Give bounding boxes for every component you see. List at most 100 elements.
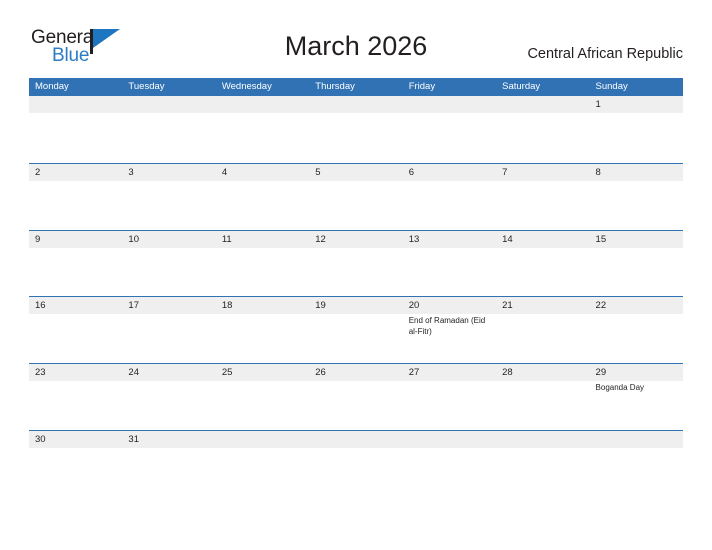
day-cell[interactable]: 23 [29, 364, 122, 430]
day-number [409, 431, 496, 448]
day-cell[interactable]: 11 [216, 231, 309, 297]
day-number: 24 [128, 367, 139, 379]
day-number: 2 [35, 166, 41, 178]
day-cell[interactable]: 8 [590, 164, 683, 230]
day-cell[interactable]: 19 [309, 297, 402, 363]
day-number: 27 [408, 367, 420, 379]
day-cell[interactable]: 26 [309, 364, 402, 430]
holiday-event-label: Boganda Day [595, 383, 645, 393]
country-label: Central African Republic [527, 46, 683, 62]
day-cell-empty [496, 431, 589, 497]
day-cell[interactable]: 4 [216, 164, 309, 230]
weekday-saturday: Saturday [502, 81, 541, 92]
calendar-grid: Monday Tuesday Wednesday Thursday Friday… [29, 78, 683, 497]
day-cell-empty [309, 96, 402, 163]
day-number: 21 [502, 300, 513, 312]
week-day-cells: 1 [29, 96, 683, 163]
day-cell-empty [216, 431, 309, 497]
day-cell[interactable]: 9 [29, 231, 122, 297]
day-number: 12 [315, 233, 326, 245]
day-number: 10 [128, 233, 139, 245]
week-day-cells: 9 10 11 12 13 14 15 [29, 231, 683, 297]
day-number [596, 431, 683, 448]
day-number: 4 [221, 166, 228, 178]
week-day-cells: 23 24 25 26 27 28 29 Boganda Day [29, 364, 683, 430]
day-cell[interactable]: 21 [496, 297, 589, 363]
day-cell[interactable]: 28 [496, 364, 589, 430]
day-cell[interactable]: 27 [403, 364, 496, 430]
day-number: 5 [315, 166, 321, 178]
day-number [315, 431, 402, 448]
day-cell[interactable]: 3 [122, 164, 215, 230]
day-cell-empty [122, 96, 215, 163]
day-cell[interactable]: 12 [309, 231, 402, 297]
day-cell[interactable]: 16 [29, 297, 122, 363]
day-number: 9 [35, 233, 41, 245]
day-number [315, 96, 402, 113]
day-cell-empty [216, 96, 309, 163]
weekday-sunday: Sunday [595, 81, 628, 92]
day-cell[interactable]: 20 End of Ramadan (Eid al-Fitr) [403, 297, 496, 363]
day-number: 16 [35, 300, 46, 312]
calendar-week-row: 30 31 [29, 429, 683, 497]
day-number: 3 [128, 166, 134, 178]
day-cell-empty [403, 431, 496, 497]
day-cell[interactable]: 17 [122, 297, 215, 363]
week-day-cells: 2 3 4 5 6 7 8 [29, 164, 683, 230]
day-cell[interactable]: 10 [122, 231, 215, 297]
week-day-cells: 16 17 18 19 20 End of Ramadan (Eid al-Fitr) 21… [29, 297, 683, 363]
day-number: 23 [35, 367, 46, 379]
day-cell[interactable]: 14 [496, 231, 589, 297]
day-cell-empty [496, 96, 589, 163]
day-number: 13 [408, 233, 420, 245]
weekday-friday: Friday [408, 81, 436, 92]
day-number: 18 [221, 300, 233, 312]
day-number: 14 [502, 233, 513, 245]
day-number: 28 [502, 367, 513, 379]
day-number [409, 96, 496, 113]
calendar-week-row: 23 24 25 26 27 28 29 Boganda Day [29, 363, 683, 430]
day-number: 26 [315, 367, 326, 379]
day-cell[interactable]: 24 [122, 364, 215, 430]
day-cell[interactable]: 31 [122, 431, 215, 497]
day-cell[interactable]: 6 [403, 164, 496, 230]
day-number [35, 96, 122, 113]
day-number: 11 [221, 233, 232, 245]
weekday-header-row: Monday Tuesday Wednesday Thursday Friday… [29, 78, 683, 96]
day-number: 17 [128, 300, 139, 312]
weekday-thursday: Thursday [315, 81, 355, 92]
calendar-week-row: 16 17 18 19 20 End of Ramadan (Eid al-Fitr) 21… [29, 296, 683, 363]
calendar-week-row: 9 10 11 12 13 14 15 [29, 229, 683, 297]
day-cell[interactable]: 13 [403, 231, 496, 297]
day-number [222, 431, 309, 448]
day-cell[interactable]: 7 [496, 164, 589, 230]
day-number: 31 [128, 433, 139, 445]
weekday-monday: Monday [35, 81, 69, 92]
day-number: 19 [315, 300, 326, 312]
day-number: 7 [502, 166, 508, 178]
day-cell-empty [590, 431, 683, 497]
day-cell[interactable]: 1 [590, 96, 683, 163]
day-number: 1 [595, 99, 601, 110]
day-cell[interactable]: 29 Boganda Day [590, 364, 683, 430]
day-cell[interactable]: 25 [216, 364, 309, 430]
day-cell[interactable]: 5 [309, 164, 402, 230]
calendar-weeks: 1 2 3 4 5 6 7 8 9 10 11 12 13 14 15 16 17 18 19 20 End of Ra… [29, 96, 683, 497]
page-header: General Blue March 2026 Central African … [0, 0, 712, 78]
day-cell-empty [403, 96, 496, 163]
weekday-tuesday: Tuesday [128, 81, 165, 92]
day-number [502, 431, 589, 448]
day-cell[interactable]: 15 [590, 231, 683, 297]
day-number: 25 [221, 367, 233, 379]
day-cell-empty [29, 96, 122, 163]
weekday-wednesday: Wednesday [221, 81, 272, 92]
day-number: 30 [35, 433, 46, 445]
day-cell[interactable]: 2 [29, 164, 122, 230]
day-number [502, 96, 589, 113]
holiday-event-label: End of Ramadan (Eid al-Fitr) [408, 316, 486, 336]
week-day-cells: 30 31 [29, 431, 683, 497]
day-cell[interactable]: 30 [29, 431, 122, 497]
day-number [222, 96, 309, 113]
day-cell[interactable]: 18 [216, 297, 309, 363]
day-cell[interactable]: 22 [590, 297, 683, 363]
